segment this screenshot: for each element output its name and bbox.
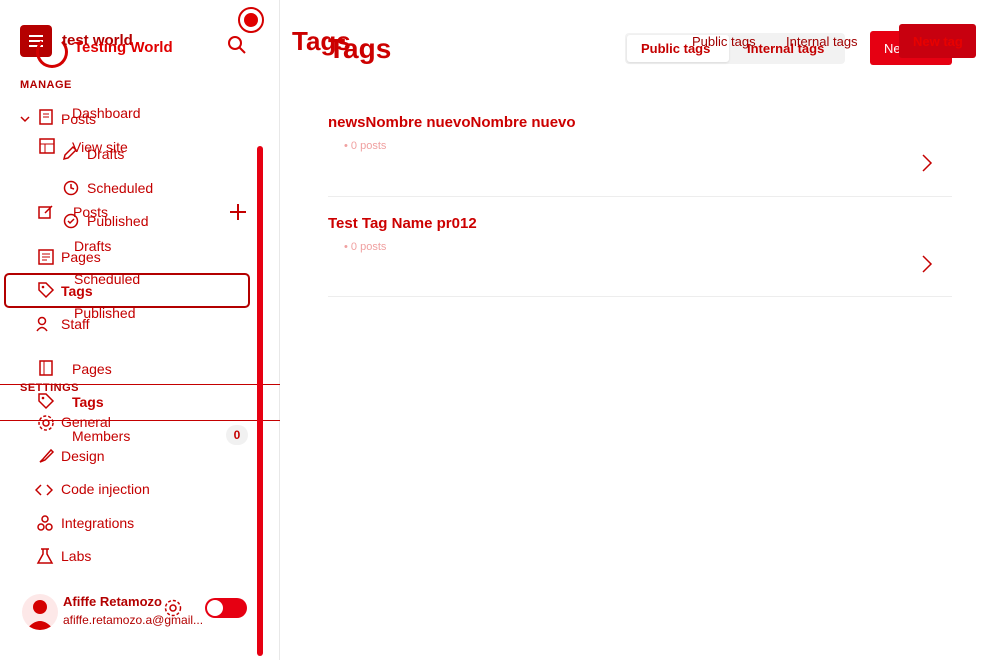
- sidebar-item-design[interactable]: Design: [61, 448, 105, 464]
- sidebar-item-tags-overlay[interactable]: Tags: [72, 394, 104, 410]
- sidebar-item-scheduled[interactable]: Scheduled: [87, 180, 153, 196]
- sidebar-item-labs[interactable]: Labs: [61, 548, 91, 564]
- dashboard-icon: [38, 137, 56, 155]
- manage-heading: MANAGE: [20, 79, 72, 91]
- expand-posts-icon[interactable]: [20, 114, 30, 124]
- sidebar-item-members[interactable]: Members: [72, 428, 130, 444]
- sidebar-item-pages[interactable]: Pages: [61, 249, 101, 265]
- tag-divider: [328, 296, 952, 297]
- sidebar-item-tags[interactable]: Tags: [61, 283, 93, 299]
- sidebar-item-pages-overlay[interactable]: Pages: [72, 361, 112, 377]
- tag-name[interactable]: Test Tag Name pr012: [328, 215, 477, 232]
- sidebar: test world Testing World MANAGE Posts Da…: [0, 0, 280, 660]
- new-tag-label-overlay[interactable]: New tag: [913, 34, 963, 49]
- sidebar-item-published[interactable]: Published: [87, 213, 149, 229]
- integrations-icon: [36, 514, 54, 532]
- sidebar-item-code-injection[interactable]: Code injection: [61, 481, 150, 497]
- staff-icon: [35, 315, 53, 333]
- pages-overlay-icon: [37, 359, 55, 377]
- sidebar-item-drafts[interactable]: Drafts: [87, 146, 124, 162]
- new-post-icon[interactable]: [229, 203, 247, 221]
- chevron-right-icon[interactable]: [920, 254, 934, 274]
- tag-post-count: • 0 posts: [344, 140, 387, 152]
- tag-post-count: • 0 posts: [344, 241, 387, 253]
- avatar[interactable]: [22, 594, 58, 630]
- tag-icon: [37, 281, 55, 299]
- search-icon[interactable]: [226, 34, 248, 56]
- page-title-overlay: Tags: [328, 33, 392, 64]
- posts-icon: [37, 108, 55, 126]
- members-count-badge: 0: [226, 425, 248, 445]
- sidebar-item-dashboard[interactable]: Dashboard: [72, 105, 141, 121]
- clock-icon: [62, 179, 80, 197]
- theme-toggle[interactable]: [205, 598, 247, 618]
- tag-overlay-icon: [37, 392, 55, 410]
- tag-divider: [328, 196, 952, 197]
- site-title-overlay: Testing World: [74, 39, 173, 56]
- code-icon: [35, 481, 53, 499]
- tag-name[interactable]: newsNombre nuevoNombre nuevo: [328, 114, 576, 131]
- user-name[interactable]: Afiffe Retamozo: [63, 594, 162, 609]
- sidebar-item-integrations[interactable]: Integrations: [61, 515, 134, 531]
- edit-icon: [37, 203, 55, 221]
- tab-internal-overlay[interactable]: Internal tags: [786, 34, 858, 49]
- general-icon: [37, 414, 55, 432]
- tab-public-overlay[interactable]: Public tags: [692, 34, 756, 49]
- notification-icon[interactable]: [237, 6, 265, 34]
- chevron-right-icon[interactable]: [920, 153, 934, 173]
- labs-icon: [36, 547, 54, 565]
- sidebar-item-staff[interactable]: Staff: [61, 316, 90, 332]
- design-icon: [37, 447, 55, 465]
- pencil-icon: [61, 144, 79, 162]
- pages-icon: [37, 248, 55, 266]
- sidebar-scrollbar[interactable]: [257, 146, 263, 656]
- settings-gear-icon[interactable]: [163, 598, 183, 618]
- published-icon: [62, 212, 80, 230]
